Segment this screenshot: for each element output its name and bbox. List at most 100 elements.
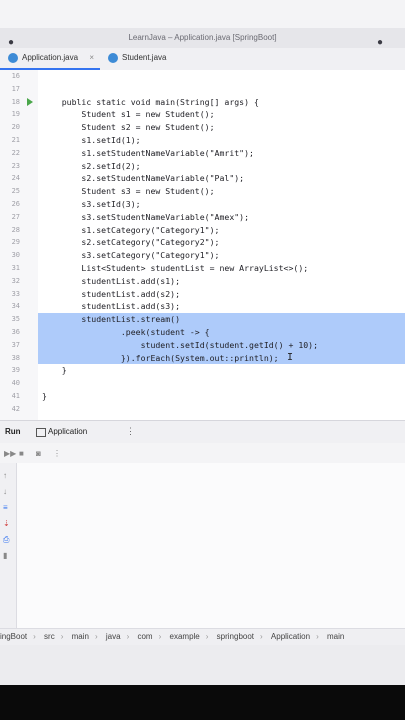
- arrow-up-icon[interactable]: ↑: [3, 471, 7, 480]
- editor-tabs: Application.java × Student.java: [0, 48, 405, 71]
- code-line[interactable]: 40: [0, 377, 405, 390]
- breadcrumb-item[interactable]: springboot: [217, 629, 254, 645]
- code-editor[interactable]: 16 17 18 public static void main(String[] …: [0, 70, 405, 420]
- trash-icon[interactable]: ▮: [3, 551, 7, 560]
- rerun-icon[interactable]: ▶▶: [4, 449, 16, 458]
- code-line[interactable]: 35 studentList.stream(): [12, 313, 405, 326]
- more-options-icon[interactable]: ⋮: [126, 426, 135, 437]
- line-number: 23: [11, 161, 20, 170]
- code-text: List<Student> studentList = new ArrayLis…: [42, 263, 309, 273]
- tab-label: Application.java: [22, 53, 79, 62]
- line-number: 40: [11, 379, 20, 388]
- code-text: student.setId(student.getId() + 10);: [42, 339, 319, 350]
- code-text: s3.setCategory("Category1");: [42, 250, 220, 261]
- line-number: 31: [11, 264, 20, 272]
- tab-application-run[interactable]: Application: [36, 427, 87, 437]
- run-gutter-icon[interactable]: [27, 97, 33, 106]
- code-text: studentList.add(s1);: [42, 275, 181, 286]
- status-bar: [0, 645, 405, 685]
- code-line[interactable]: 17: [0, 83, 405, 96]
- code-line[interactable]: 24 s2.setStudentNameVariable("Pal");: [0, 172, 405, 185]
- code-line[interactable]: 16: [0, 70, 405, 83]
- line-number: 25: [11, 187, 20, 196]
- breadcrumb: ingBoot › src › main › java › com › example › …: [0, 628, 405, 645]
- code-line[interactable]: 41}: [0, 390, 405, 403]
- line-number: 29: [11, 238, 20, 247]
- code-line[interactable]: 32 studentList.add(s1);: [0, 275, 405, 288]
- line-number: 33: [11, 289, 20, 298]
- breadcrumb-item[interactable]: main: [327, 629, 344, 645]
- code-line[interactable]: 18 public static void main(String[] args…: [0, 96, 405, 109]
- code-text: Student s1 = new Student();: [42, 109, 215, 120]
- breadcrumb-item[interactable]: main: [72, 629, 89, 645]
- code-line[interactable]: 27 s3.setStudentNameVariable("Amex");: [0, 211, 405, 224]
- code-text: s3.setStudentNameVariable("Amex");: [42, 211, 250, 222]
- title-bar: ● LearnJava – Application.java [SpringBo…: [0, 28, 405, 48]
- line-number: 21: [11, 136, 20, 144]
- run-tool-window-header: Run Application ⋮: [0, 420, 405, 444]
- code-line[interactable]: 37 student.setId(student.getId() + 10);: [12, 338, 405, 352]
- code-line[interactable]: 28 s1.setCategory("Category1");: [0, 224, 405, 237]
- scroll-to-end-icon[interactable]: ⇣: [3, 519, 10, 528]
- code-line[interactable]: 25 Student s3 = new Student();: [0, 185, 405, 198]
- line-number: 42: [11, 404, 20, 413]
- breadcrumb-item[interactable]: com: [137, 629, 152, 645]
- line-number: 22: [11, 148, 20, 157]
- stop-icon[interactable]: ■: [19, 449, 24, 458]
- window-title: LearnJava – Application.java [SpringBoot…: [128, 33, 277, 42]
- line-number: 41: [11, 392, 20, 400]
- code-text: }: [42, 365, 67, 376]
- run-label[interactable]: Run: [5, 427, 21, 436]
- code-text: s2.setCategory("Category2");: [42, 237, 220, 248]
- breadcrumb-item[interactable]: java: [106, 629, 121, 645]
- code-text: s1.setCategory("Category1");: [42, 224, 220, 235]
- code-text: s1.setId(1);: [42, 135, 141, 145]
- line-number: 37: [11, 340, 20, 349]
- code-text: studentList.stream(): [42, 314, 181, 325]
- code-line[interactable]: 31 List<Student> studentList = new Array…: [0, 262, 405, 275]
- code-line[interactable]: 36 .peek(student -> {: [12, 326, 405, 339]
- code-line[interactable]: 20 Student s2 = new Student();: [0, 121, 405, 134]
- print-icon[interactable]: ⎙: [3, 535, 9, 545]
- code-line[interactable]: 33 studentList.add(s2);: [0, 288, 405, 301]
- code-line[interactable]: 26 s3.setId(3);: [0, 198, 405, 211]
- code-text: }: [42, 391, 47, 401]
- breadcrumb-item[interactable]: Application: [271, 629, 310, 645]
- code-text: s1.setStudentNameVariable("Amrit");: [42, 147, 254, 158]
- code-line[interactable]: 22 s1.setStudentNameVariable("Amrit");: [0, 147, 405, 160]
- breadcrumb-item[interactable]: example: [170, 629, 200, 645]
- code-line[interactable]: 23 s2.setId(2);: [0, 160, 405, 173]
- code-text: Student s2 = new Student();: [42, 122, 215, 133]
- code-line[interactable]: 38 }).forEach(System.out::println);: [12, 351, 405, 365]
- code-line[interactable]: 39 }: [0, 364, 405, 377]
- line-number: 24: [11, 174, 20, 183]
- code-text: studentList.add(s3);: [42, 301, 181, 312]
- code-line[interactable]: 21 s1.setId(1);: [0, 134, 405, 147]
- code-text: s3.setId(3);: [42, 199, 141, 209]
- run-toolbar: ▶▶ ■ ◙ ⋮: [0, 443, 405, 463]
- java-class-icon: [108, 53, 118, 63]
- code-text: public static void main(String[] args) {: [42, 96, 259, 107]
- breadcrumb-item[interactable]: ingBoot: [0, 629, 27, 645]
- run-side-toolbar: ↑ ↓ ≡ ⇣ ⎙ ▮: [0, 463, 17, 628]
- console-output[interactable]: [17, 463, 405, 628]
- close-tab-icon[interactable]: ×: [89, 50, 94, 66]
- camera-icon[interactable]: ◙: [36, 449, 41, 458]
- line-number: 30: [11, 251, 20, 260]
- arrow-down-icon[interactable]: ↓: [3, 487, 7, 496]
- wrap-icon[interactable]: ≡: [3, 503, 8, 512]
- code-text: }).forEach(System.out::println);: [42, 352, 279, 363]
- code-line[interactable]: 42: [0, 403, 405, 416]
- code-line[interactable]: 30 s3.setCategory("Category1");: [0, 249, 405, 262]
- line-number: 35: [11, 315, 20, 324]
- line-number: 38: [11, 353, 20, 362]
- code-line[interactable]: 19 Student s1 = new Student();: [0, 108, 405, 121]
- tab-student-java[interactable]: Student.java: [100, 48, 190, 70]
- breadcrumb-item[interactable]: src: [44, 629, 55, 645]
- ide-screen: ● LearnJava – Application.java [SpringBo…: [0, 0, 405, 685]
- code-line[interactable]: 34 studentList.add(s3);: [0, 300, 405, 313]
- more-options-icon[interactable]: ⋮: [53, 449, 61, 458]
- line-number: 32: [11, 276, 20, 285]
- code-line[interactable]: 29 s2.setCategory("Category2");: [0, 236, 405, 249]
- tab-application-java[interactable]: Application.java ×: [0, 48, 100, 70]
